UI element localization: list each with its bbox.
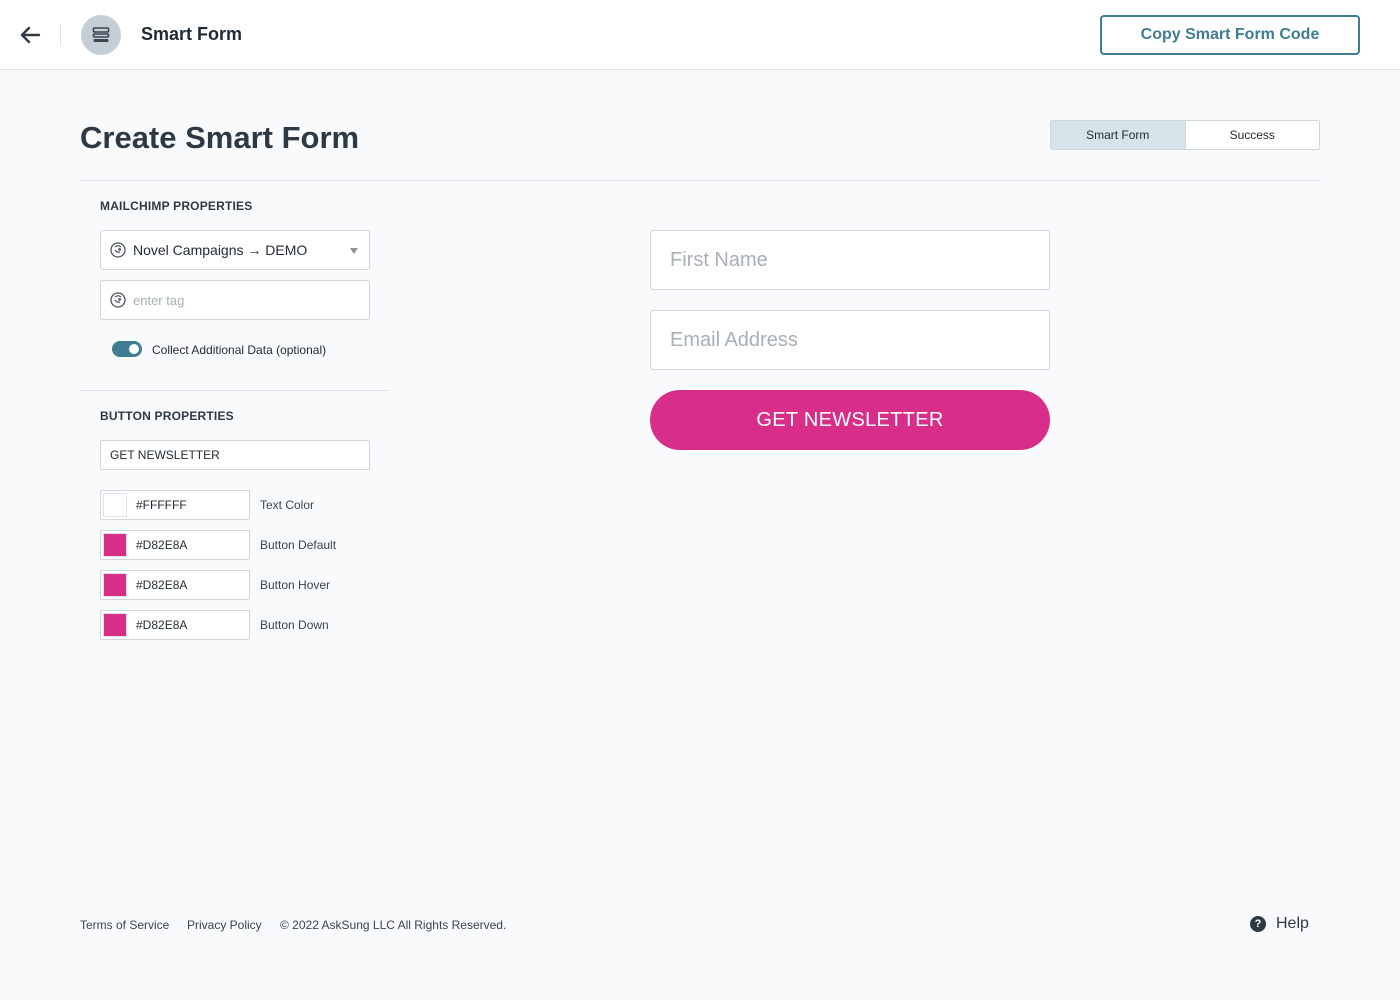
form-layout-icon [92, 27, 110, 42]
view-tabs: Smart Form Success [1050, 120, 1320, 150]
preview-first-name-field[interactable] [650, 230, 1050, 290]
copy-smart-form-code-button[interactable]: Copy Smart Form Code [1100, 15, 1360, 55]
button-down-color-row: #D82E8A Button Down [100, 610, 400, 640]
button-default-color-hex: #D82E8A [136, 538, 188, 552]
audience-select[interactable]: Novel Campaigns → DEMO [100, 230, 370, 270]
button-properties-heading: BUTTON PROPERTIES [100, 409, 234, 423]
button-down-color-hex: #D82E8A [136, 618, 188, 632]
preview-get-newsletter-button[interactable]: GET NEWSLETTER [650, 390, 1050, 450]
text-color-swatch[interactable] [103, 493, 127, 517]
button-hover-color-label: Button Hover [260, 578, 331, 592]
button-down-color-label: Button Down [260, 618, 329, 632]
help-link[interactable]: ? Help [1250, 915, 1309, 933]
chevron-down-icon [350, 248, 358, 254]
tab-success[interactable]: Success [1184, 121, 1320, 149]
button-default-color-row: #D82E8A Button Default [100, 530, 400, 560]
copyright-text: © 2022 AskSung LLC All Rights Reserved. [280, 918, 507, 932]
button-down-color-swatch[interactable] [103, 613, 127, 637]
terms-of-service-link[interactable]: Terms of Service [80, 918, 169, 932]
collect-additional-data-label: Collect Additional Data (optional) [152, 343, 327, 357]
privacy-policy-link[interactable]: Privacy Policy [187, 918, 262, 932]
header-divider [60, 24, 61, 46]
mailchimp-properties-heading: MAILCHIMP PROPERTIES [100, 199, 253, 213]
button-hover-color-row: #D82E8A Button Hover [100, 570, 400, 600]
text-color-label: Text Color [260, 498, 315, 512]
button-default-color-label: Button Default [260, 538, 337, 552]
section-divider [80, 390, 390, 391]
tag-input[interactable] [133, 292, 353, 308]
heading-divider [80, 180, 1320, 181]
text-color-field[interactable]: #FFFFFF [100, 490, 250, 520]
app-avatar [81, 15, 121, 55]
button-text-input[interactable] [100, 440, 370, 470]
collect-additional-data-toggle[interactable] [112, 341, 142, 357]
button-down-color-field[interactable]: #D82E8A [100, 610, 250, 640]
audience-select-value: Novel Campaigns → DEMO [133, 242, 308, 258]
text-color-hex: #FFFFFF [136, 498, 187, 512]
button-hover-color-hex: #D82E8A [136, 578, 188, 592]
page-title: Create Smart Form [80, 120, 360, 155]
button-default-color-field[interactable]: #D82E8A [100, 530, 250, 560]
button-hover-color-swatch[interactable] [103, 573, 127, 597]
back-button[interactable] [14, 20, 46, 50]
top-bar: Smart Form Copy Smart Form Code [0, 0, 1400, 70]
text-color-row: #FFFFFF Text Color [100, 490, 400, 520]
arrow-left-icon [20, 26, 41, 44]
toggle-knob [129, 344, 139, 354]
button-default-color-swatch[interactable] [103, 533, 127, 557]
tag-field [100, 280, 370, 320]
question-circle-icon: ? [1250, 916, 1266, 932]
app-title: Smart Form [141, 24, 243, 44]
preview-email-field[interactable] [650, 310, 1050, 370]
tab-smart-form[interactable]: Smart Form [1051, 121, 1185, 149]
mailchimp-icon [110, 242, 126, 258]
help-label: Help [1276, 915, 1309, 932]
mailchimp-icon [110, 292, 126, 308]
button-hover-color-field[interactable]: #D82E8A [100, 570, 250, 600]
